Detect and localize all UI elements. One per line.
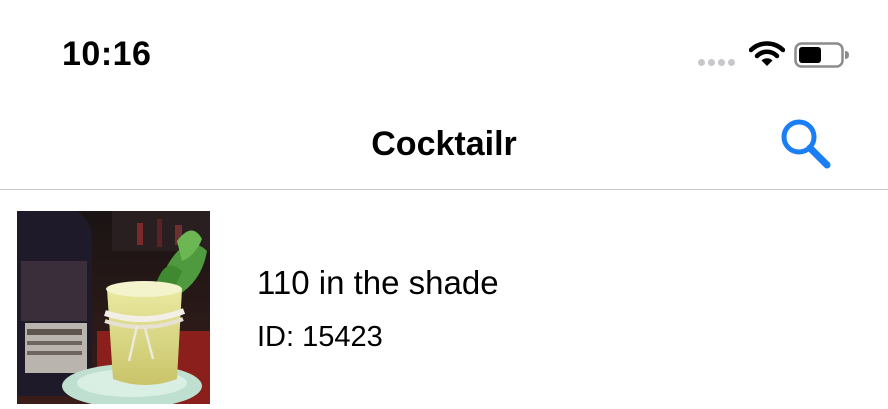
cocktail-photo (17, 211, 210, 404)
drink-id: ID: 15423 (257, 321, 383, 353)
navigation-bar: Cocktailr (0, 100, 888, 190)
battery-icon (794, 42, 849, 68)
status-bar: 10:16 (0, 0, 888, 100)
app-screen: 10:16 Cocktailr 110 in the shade ID: 154… (0, 0, 888, 409)
cellular-signal-icon (698, 59, 742, 67)
drink-name: 110 in the shade (257, 264, 499, 301)
status-time: 10:16 (62, 35, 152, 73)
page-title: Cocktailr (371, 125, 517, 163)
list-item[interactable]: 110 in the shade ID: 15423 (0, 190, 888, 409)
drink-list: 110 in the shade ID: 15423 (0, 190, 888, 409)
search-icon (781, 119, 831, 169)
wifi-icon (749, 41, 785, 66)
search-button[interactable] (774, 114, 838, 174)
drink-thumbnail (17, 211, 210, 404)
